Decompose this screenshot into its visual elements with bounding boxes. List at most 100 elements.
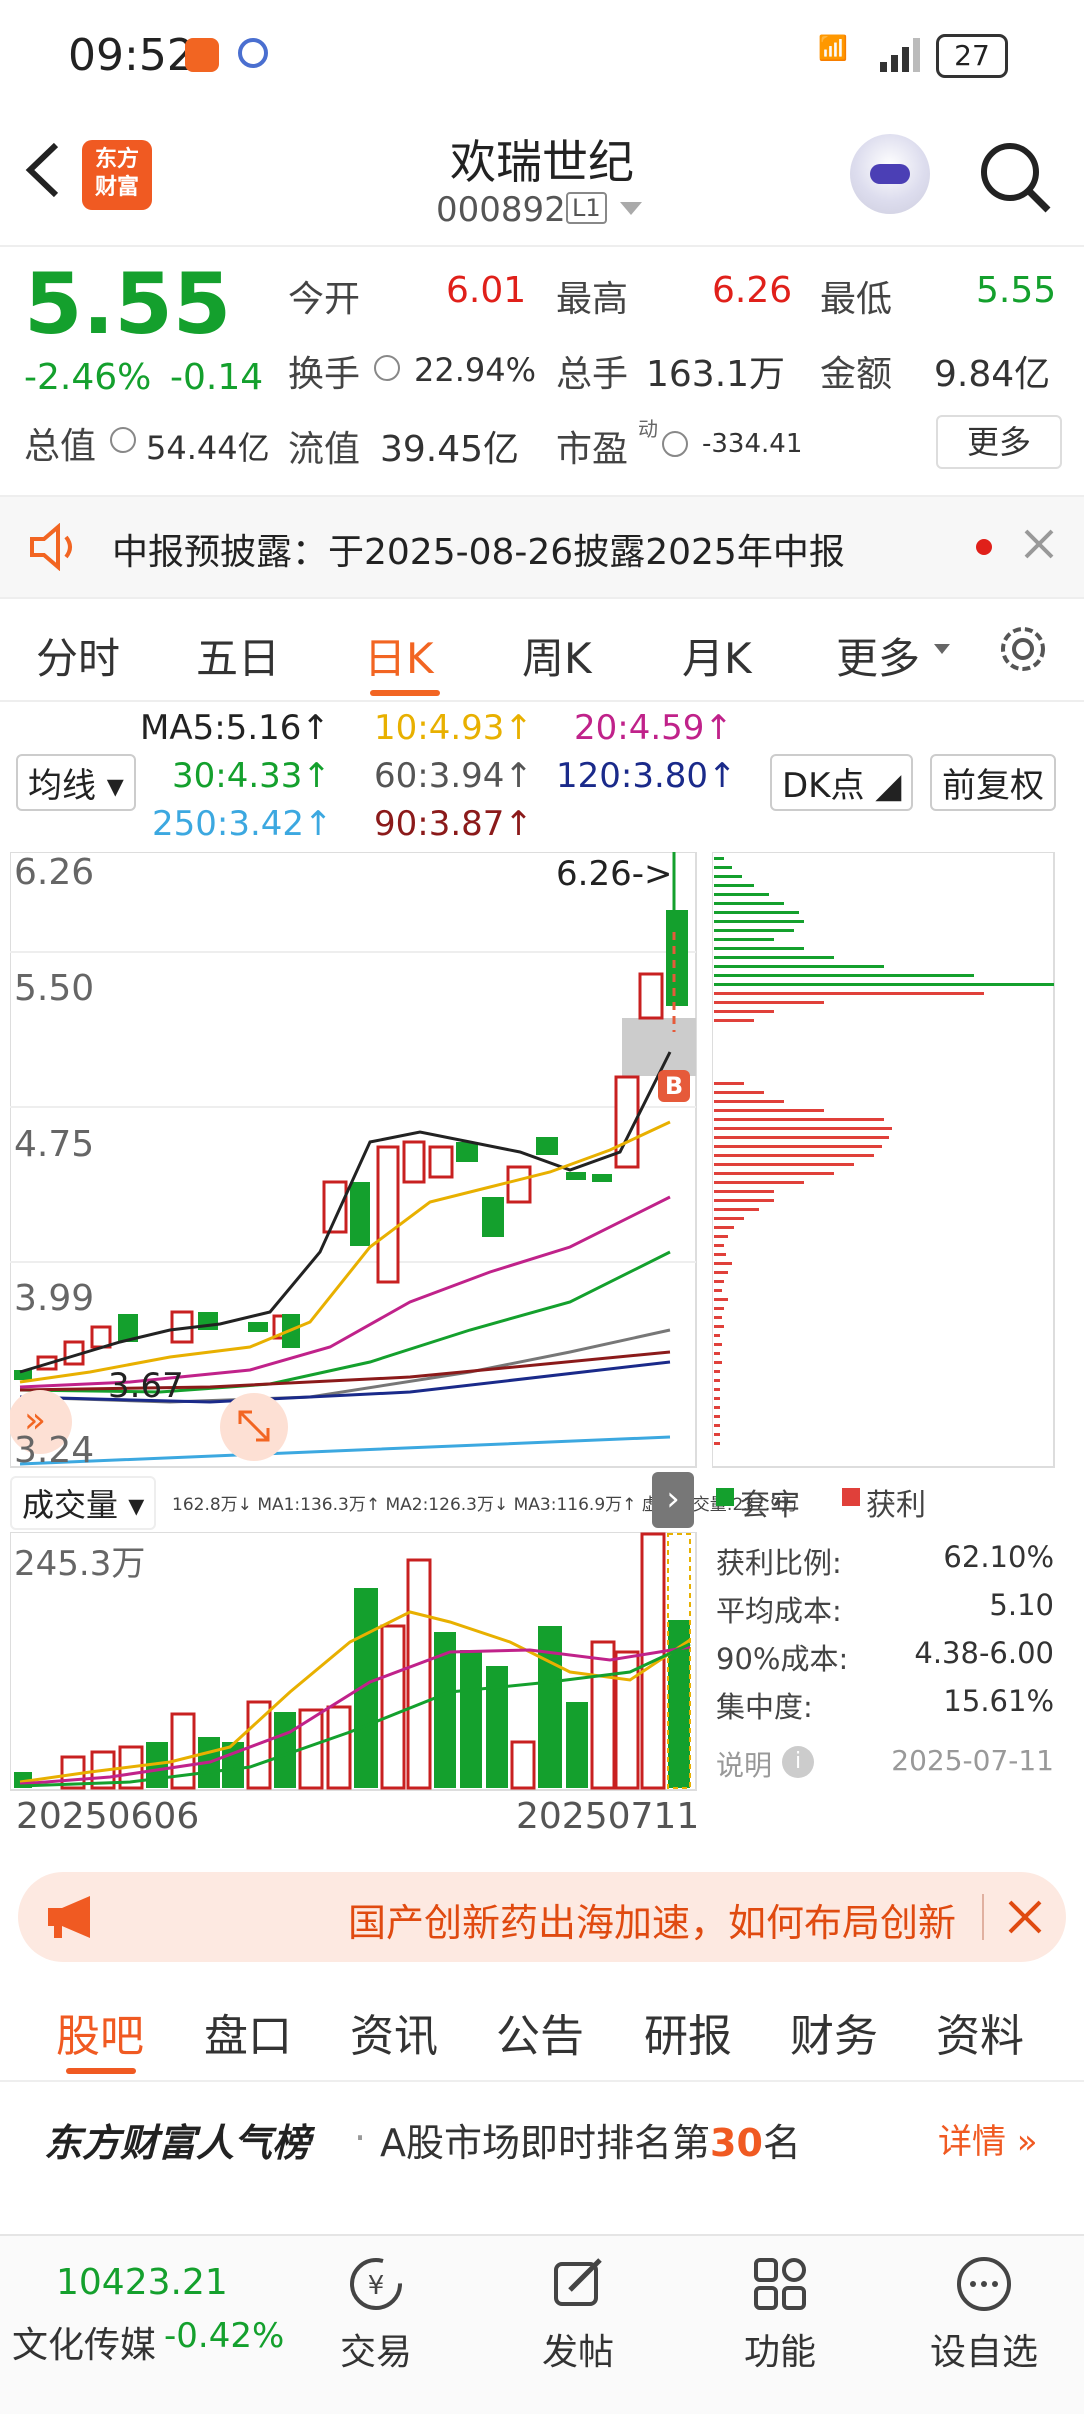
float-label: 流值 [288, 429, 361, 470]
trade-button[interactable]: ¥ 交易 [296, 2254, 456, 2375]
chip-row-label: 90%成本: [716, 1642, 849, 1676]
popularity-text-prefix: A股市场即时排名第 [380, 2121, 710, 2165]
pe-label: 市盈 [556, 429, 629, 470]
stock-header: 东方 财富 欢瑞世纪 000892 L1 [0, 110, 1084, 247]
tab-more[interactable]: 更多 [836, 625, 920, 686]
dk-point-button[interactable]: DK点 ◢ [770, 754, 914, 811]
tab-news[interactable]: 资讯 [350, 2000, 438, 2064]
tab-monthly-k[interactable]: 月K [682, 625, 752, 686]
chip-note-label[interactable]: 说明 [716, 1744, 772, 1784]
volume-indicator-select[interactable]: 成交量 ▾ [10, 1476, 157, 1530]
bottom-toolbar: 10423.21 文化传媒 -0.42% ¥ 交易 发帖 功能 设自选 [0, 2234, 1084, 2414]
tab-daily-k[interactable]: 日K [364, 625, 434, 686]
grid-icon [754, 2258, 806, 2310]
gear-icon[interactable] [996, 622, 1050, 680]
unread-dot [976, 539, 992, 555]
ma20-label: 20:4.59↑ [574, 708, 733, 748]
more-button[interactable]: 更多 [936, 415, 1062, 469]
fq-button[interactable]: 前复权 [930, 754, 1056, 811]
svg-text:¥: ¥ [368, 2271, 385, 2301]
kline-chart-area: MA5:5.16↑ 10:4.93↑ 20:4.59↑ 30:4.33↑ 60:… [0, 700, 1084, 1850]
volume-ma-info: 162.8万↓ MA1:136.3万↑ MA2:126.3万↓ MA3:116.… [172, 1495, 799, 1515]
chip-row-label: 获利比例: [716, 1546, 842, 1580]
collapse-panel-button[interactable]: › [652, 1472, 694, 1528]
close-icon[interactable] [1022, 527, 1056, 565]
robot-avatar-icon[interactable] [850, 134, 930, 214]
chip-profit-bars [714, 992, 984, 1445]
info-icon[interactable] [110, 427, 136, 453]
popularity-text: A股市场即时排名第30名 [380, 2112, 801, 2167]
caret-down-icon [934, 644, 950, 654]
date-start-label: 20250606 [16, 1796, 200, 1837]
expand-icon[interactable] [234, 1406, 274, 1450]
close-icon[interactable] [1006, 1898, 1044, 1940]
chip-row-label: 集中度: [716, 1690, 813, 1724]
dk-point-label: DK点 [782, 766, 865, 806]
ma120-label: 120:3.80↑ [556, 756, 737, 796]
edit-icon [554, 2258, 602, 2306]
content-tabs: 股吧 盘口 资讯 公告 研报 财务 资料 [0, 1980, 1084, 2082]
profit-legend-label: 获利 [866, 1488, 926, 1523]
index-value[interactable]: 10423.21 [56, 2262, 228, 2303]
high-label: 最高 [556, 279, 629, 320]
trade-icon: ¥ [350, 2258, 402, 2310]
ma10-label: 10:4.93↑ [374, 708, 533, 748]
low-label: 最低 [820, 279, 893, 320]
change-percent: -2.46% [24, 357, 152, 398]
more-icon [957, 2257, 1011, 2311]
trade-button-label: 交易 [339, 2332, 412, 2373]
high-value: 6.26 [712, 270, 793, 311]
tab-fenshi[interactable]: 分时 [36, 625, 120, 686]
tab-profile[interactable]: 资料 [936, 2000, 1024, 2064]
speaker-icon [28, 522, 80, 575]
separator-dot: · [354, 2116, 367, 2160]
float-value: 39.45亿 [380, 429, 520, 470]
chip-distribution-chart[interactable] [712, 852, 1056, 1470]
tab-announcements[interactable]: 公告 [496, 2000, 584, 2064]
info-icon[interactable]: i [782, 1746, 814, 1778]
tab-weekly-k[interactable]: 周K [522, 625, 592, 686]
tab-wuri[interactable]: 五日 [196, 625, 280, 686]
add-watchlist-button[interactable]: 设自选 [904, 2254, 1064, 2375]
y-label-top: 6.26 [14, 852, 95, 893]
turnover-value: 22.94% [414, 351, 537, 389]
notice-bar[interactable]: 中报预披露：于2025-08-26披露2025年中报 [0, 495, 1084, 599]
ma5-label: MA5:5.16↑ [140, 708, 330, 748]
tab-pankou[interactable]: 盘口 [204, 2000, 292, 2064]
volume-label: 总手 [556, 354, 629, 395]
candles [14, 910, 688, 1380]
turnover-label: 换手 [288, 354, 361, 395]
stock-code: 000892 [436, 190, 566, 230]
volume-value: 163.1万 [646, 354, 786, 395]
function-button[interactable]: 功能 [700, 2254, 860, 2375]
y-label-4: 3.99 [14, 1278, 95, 1319]
post-button[interactable]: 发帖 [498, 2254, 658, 2375]
ma-select-button[interactable]: 均线 ▾ [16, 754, 136, 811]
add-watchlist-button-label: 设自选 [929, 2332, 1038, 2373]
y-label-2: 5.50 [14, 968, 95, 1009]
promo-banner[interactable]: 国产创新药出海加速，如何布局创新 [18, 1872, 1066, 1962]
search-icon[interactable] [978, 140, 1052, 218]
index-name[interactable]: 文化传媒 [12, 2316, 156, 2368]
popularity-row[interactable]: 东方财富人气榜 · A股市场即时排名第30名 详情 » [0, 2090, 1084, 2190]
popularity-text-suffix: 名 [762, 2121, 801, 2165]
tab-guba[interactable]: 股吧 [56, 2000, 144, 2064]
info-icon[interactable] [374, 355, 400, 381]
tab-finance[interactable]: 财务 [790, 2000, 878, 2064]
low-value: 5.55 [976, 270, 1057, 311]
app-notification-icon [185, 38, 219, 72]
level-badge[interactable]: L1 [566, 192, 607, 224]
info-icon[interactable] [662, 431, 688, 457]
date-end-label: 20250711 [516, 1796, 700, 1837]
trapped-legend-swatch [716, 1488, 734, 1506]
buy-marker[interactable]: B [658, 1070, 690, 1102]
divider [982, 1894, 984, 1940]
double-chevron-right-icon[interactable]: » [24, 1400, 46, 1441]
chevron-down-icon[interactable] [620, 202, 642, 215]
change-amount: -0.14 [170, 357, 264, 398]
detail-link[interactable]: 详情 » [938, 2114, 1038, 2163]
status-time: 09:52 [68, 30, 195, 81]
trapped-legend-label: 套牢 [740, 1488, 800, 1523]
tab-research[interactable]: 研报 [644, 2000, 732, 2064]
wifi-icon: 📶 [818, 34, 848, 62]
